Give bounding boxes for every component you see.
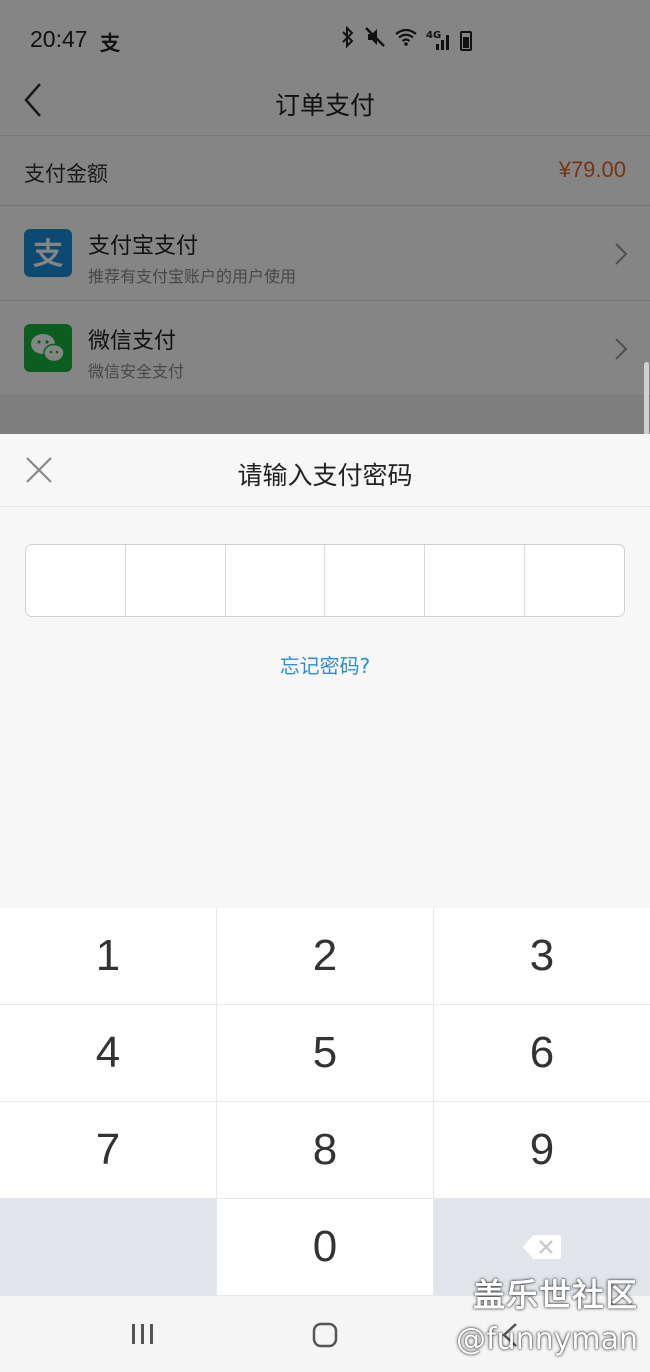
key-8[interactable]: 8 — [217, 1102, 433, 1198]
recents-icon — [132, 1324, 153, 1344]
key-4[interactable]: 4 — [0, 1005, 216, 1101]
watermark-handle: @funnyman — [456, 1322, 638, 1357]
key-7[interactable]: 7 — [0, 1102, 216, 1198]
sheet-header: 请输入支付密码 — [0, 434, 650, 507]
pin-digit-cell[interactable] — [26, 545, 126, 616]
pin-digit-cell[interactable] — [425, 545, 526, 616]
key-blank — [0, 1199, 216, 1295]
home-button[interactable] — [312, 1322, 338, 1352]
forgot-password-link[interactable]: 忘记密码? — [0, 650, 650, 679]
key-6[interactable]: 6 — [434, 1005, 650, 1101]
key-1[interactable]: 1 — [0, 908, 216, 1004]
key-5[interactable]: 5 — [217, 1005, 433, 1101]
numeric-keypad: 1 2 3 4 5 6 7 8 9 0 — [0, 908, 650, 1296]
pin-input[interactable] — [25, 544, 625, 617]
pin-digit-cell[interactable] — [226, 545, 326, 616]
pin-digit-cell[interactable] — [126, 545, 226, 616]
watermark: 盖乐世社区 @funnyman — [456, 1270, 638, 1357]
password-sheet: 请输入支付密码 忘记密码? — [0, 434, 650, 908]
pin-digit-cell[interactable] — [525, 545, 624, 616]
pin-digit-cell[interactable] — [325, 545, 426, 616]
key-2[interactable]: 2 — [217, 908, 433, 1004]
key-3[interactable]: 3 — [434, 908, 650, 1004]
watermark-title: 盖乐世社区 — [472, 1276, 638, 1314]
home-icon — [312, 1322, 338, 1348]
modal-backdrop[interactable] — [0, 0, 650, 434]
recents-button[interactable] — [130, 1322, 156, 1350]
key-9[interactable]: 9 — [434, 1102, 650, 1198]
sheet-title: 请输入支付密码 — [237, 461, 413, 490]
backspace-icon — [523, 1235, 561, 1259]
key-0[interactable]: 0 — [217, 1199, 433, 1295]
